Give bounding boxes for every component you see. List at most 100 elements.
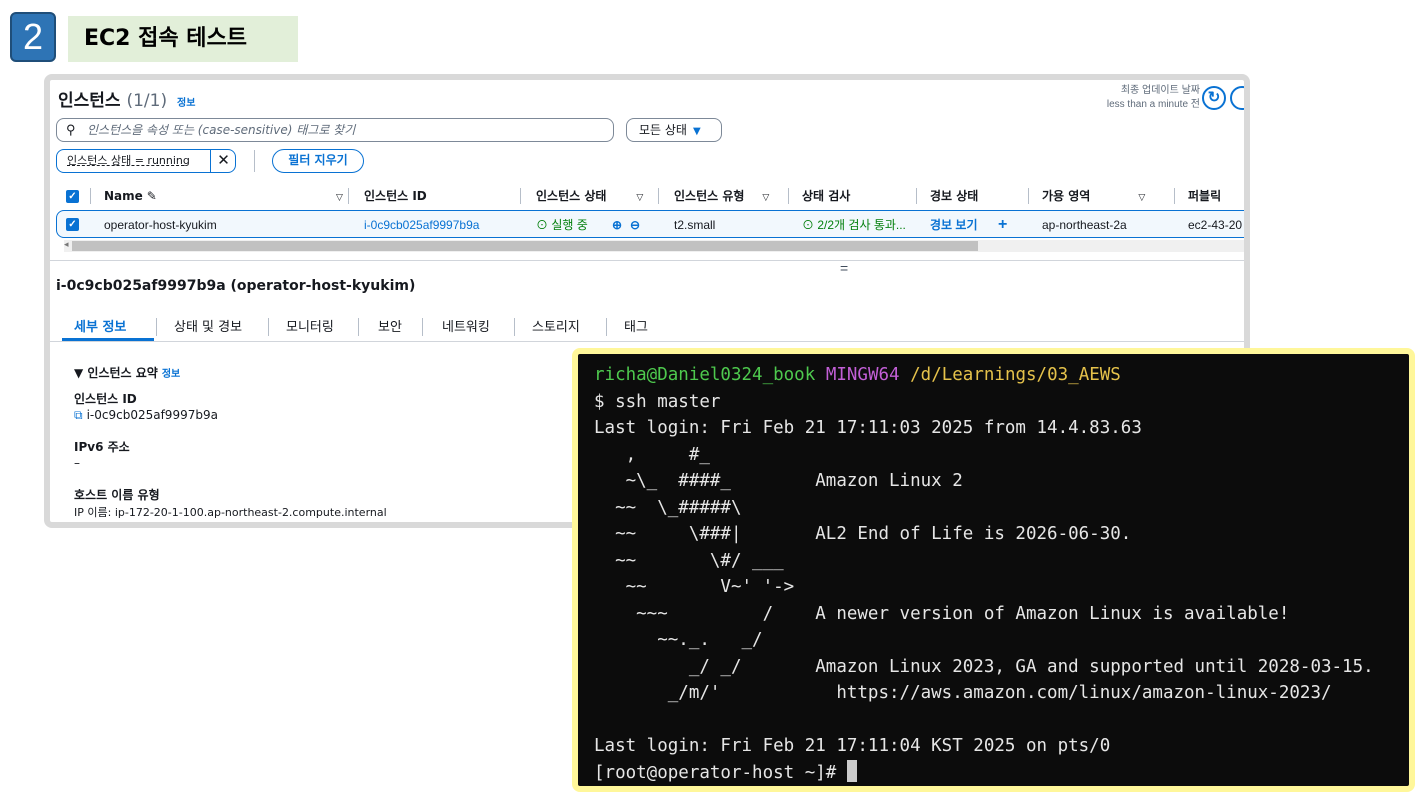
filter-chip-remove-button[interactable]: ✕ xyxy=(210,150,236,172)
column-separator xyxy=(1028,188,1029,204)
close-icon: ✕ xyxy=(217,152,230,169)
split-divider xyxy=(50,260,1244,261)
tab-separator xyxy=(514,318,515,336)
column-header-public-ip[interactable]: 퍼블릭 IPv xyxy=(1188,186,1244,223)
terminal-line: ~~ \#/ ___ xyxy=(594,550,784,571)
terminal-line: ~~._. _/ xyxy=(594,630,763,650)
terminal-line: ~~~ / A newer version of Amazon Linux is… xyxy=(594,603,1290,624)
tab-separator xyxy=(358,318,359,336)
add-alarm-icon[interactable]: + xyxy=(998,216,1007,234)
last-updated-label: 최종 업데이트 날짜 xyxy=(1120,85,1200,96)
check-circle-icon: ⊙ xyxy=(536,218,552,232)
terminal-line: ~~ V~' '-> xyxy=(594,577,795,597)
sort-icon: ▽ xyxy=(336,193,343,203)
tab-status-alarms[interactable]: 상태 및 경보 xyxy=(174,316,242,335)
terminal-output: richa@Daniel0324_book MINGW64 /d/Learnin… xyxy=(578,354,1409,786)
detail-title: i-0c9cb025af9997b9a (operator-host-kyuki… xyxy=(56,278,416,294)
refresh-icon: ↻ xyxy=(1207,89,1221,106)
terminal-line: _/m/' https://aws.amazon.com/linux/amazo… xyxy=(594,683,1332,703)
field-label-ipv6: IPv6 주소 xyxy=(74,440,130,454)
zoom-out-icon[interactable]: ⊖ xyxy=(630,216,640,234)
terminal-prompt: [root@operator-host ~]# xyxy=(594,762,847,783)
row-instance-state: ⊙ 실행 중 xyxy=(536,218,588,232)
prompt-env: MINGW64 xyxy=(825,365,900,385)
column-header-status-check[interactable]: 상태 검사 xyxy=(802,186,850,206)
field-value-hostname-type: IP 이름: ip-172-20-1-100.ap-northeast-2.co… xyxy=(74,506,387,519)
prompt-path: /d/Learnings/03_AEWS xyxy=(910,365,1121,385)
terminal-window[interactable]: richa@Daniel0324_book MINGW64 /d/Learnin… xyxy=(572,348,1415,792)
row-instance-type: t2.small xyxy=(674,218,716,232)
search-icon: ⚲ xyxy=(66,122,76,137)
search-input[interactable]: 인스턴스을 속성 또는 (case-sensitive) 태그로 찾기 xyxy=(56,118,614,142)
caret-down-icon: ▼ xyxy=(692,126,701,137)
tab-details[interactable]: 세부 정보 xyxy=(74,316,126,335)
field-value-instance-id: ⧉ i-0c9cb025af9997b9a xyxy=(74,408,218,422)
state-filter-select[interactable]: 모든 상태 ▼ xyxy=(626,118,722,142)
tab-networking[interactable]: 네트워킹 xyxy=(442,316,490,335)
column-separator xyxy=(788,188,789,204)
column-header-instance-type[interactable]: 인스턴스 유형 ▽ xyxy=(674,186,769,206)
terminal-cursor xyxy=(846,759,857,782)
row-checkbox[interactable]: ✓ xyxy=(66,218,79,231)
view-alarms-link[interactable]: 경보 보기 xyxy=(930,216,978,234)
clear-filters-button[interactable]: 필터 지우기 xyxy=(272,149,364,173)
terminal-line: ~~ \_#####\ xyxy=(594,497,742,518)
instance-summary-toggle[interactable]: ▼ 인스턴스 요약 정보 xyxy=(74,364,180,381)
column-separator xyxy=(90,188,91,204)
column-header-name[interactable]: Name ✎ xyxy=(104,186,157,206)
instances-info-link[interactable]: 정보 xyxy=(177,98,195,109)
sort-icon: ▽ xyxy=(762,193,770,203)
row-instance-id-link[interactable]: i-0c9cb025af9997b9a xyxy=(364,216,479,234)
pencil-icon: ✎ xyxy=(146,189,157,203)
terminal-line: Last login: Fri Feb 21 17:11:03 2025 fro… xyxy=(594,418,1142,438)
caret-down-icon: ▼ xyxy=(74,366,88,380)
select-all-checkbox[interactable]: ✓ xyxy=(66,190,79,203)
scroll-left-icon[interactable]: ◂ xyxy=(64,239,69,250)
terminal-line: ~~ \###| AL2 End of Life is 2026-06-30. xyxy=(594,524,1132,544)
column-separator xyxy=(348,188,349,204)
copy-icon[interactable]: ⧉ xyxy=(74,408,83,422)
zoom-in-icon[interactable]: ⊕ xyxy=(612,216,622,234)
column-separator xyxy=(916,188,917,204)
refresh-button[interactable]: ↻ xyxy=(1202,86,1226,110)
column-name-sort[interactable]: ▽ xyxy=(328,186,343,206)
terminal-line: Last login: Fri Feb 21 17:11:04 KST 2025… xyxy=(594,736,1111,756)
terminal-line: ~\_ ####_ Amazon Linux 2 xyxy=(594,471,963,491)
filter-chip: 인스턴스 상태 = running xyxy=(56,149,236,173)
slide-title: EC2 접속 테스트 xyxy=(68,16,298,62)
divider xyxy=(254,150,255,172)
column-separator xyxy=(520,188,521,204)
field-value-ipv6: – xyxy=(74,456,80,470)
tabs-divider xyxy=(50,341,1244,342)
check-circle-icon: ⊙ xyxy=(802,218,818,232)
column-header-availability-zone[interactable]: 가용 영역 ▽ xyxy=(1042,186,1145,206)
column-header-instance-state[interactable]: 인스턴스 상태 ▽ xyxy=(536,186,643,206)
column-separator xyxy=(1174,188,1175,204)
tab-separator xyxy=(156,318,157,336)
summary-info-link[interactable]: 정보 xyxy=(162,369,180,380)
connect-button[interactable] xyxy=(1230,86,1244,110)
tab-tags[interactable]: 태그 xyxy=(624,316,648,335)
drag-handle-icon[interactable]: = xyxy=(840,260,848,276)
row-public-ip: ec2-43-20 xyxy=(1188,218,1243,232)
field-label-instance-id: 인스턴스 ID xyxy=(74,392,137,406)
tab-separator xyxy=(268,318,269,336)
sort-icon: ▽ xyxy=(1138,193,1146,203)
state-filter-value: 모든 상태 xyxy=(639,123,687,137)
prompt-user: richa@Daniel0324_book xyxy=(594,365,816,385)
tab-separator xyxy=(606,318,607,336)
last-updated-value: less than a minute 전 xyxy=(1106,99,1200,110)
tab-monitoring[interactable]: 모니터링 xyxy=(286,316,334,335)
terminal-line: $ ssh master xyxy=(594,391,721,412)
row-name: operator-host-kyukim xyxy=(104,218,217,232)
row-status-check: ⊙ 2/2개 검사 통과... xyxy=(802,218,906,232)
sort-icon: ▽ xyxy=(636,193,644,203)
filter-chip-label: 인스턴스 상태 = running xyxy=(67,154,190,167)
column-header-instance-id[interactable]: 인스턴스 ID xyxy=(364,186,427,206)
tab-security[interactable]: 보안 xyxy=(378,316,402,335)
scrollbar-thumb[interactable] xyxy=(72,241,978,251)
tab-storage[interactable]: 스토리지 xyxy=(532,316,580,335)
instances-count: (1/1) xyxy=(126,91,168,111)
column-header-alarm-status[interactable]: 경보 상태 xyxy=(930,186,978,206)
column-separator xyxy=(658,188,659,204)
